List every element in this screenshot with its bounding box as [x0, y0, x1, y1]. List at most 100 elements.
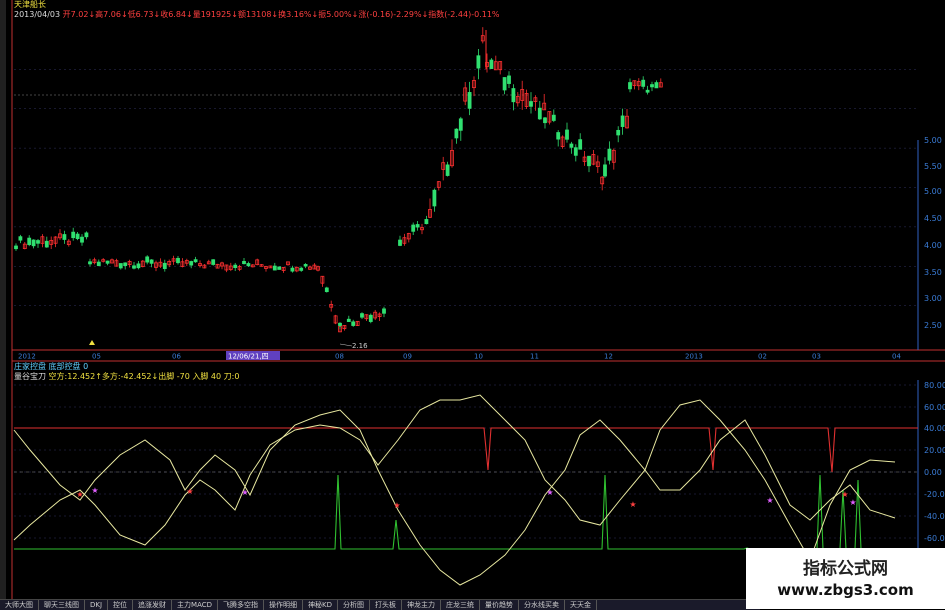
candle-body-53	[246, 263, 251, 267]
watermark-title: 指标公式网	[803, 559, 888, 579]
candle-body-102	[467, 92, 472, 109]
candle-body-146	[654, 82, 659, 89]
signal-star-icon-1: ★	[91, 486, 98, 495]
date-tick-8: 12	[604, 353, 613, 361]
candle-body-3	[27, 237, 32, 246]
indicator-tick-2: 40.00	[924, 424, 945, 433]
quote-date: 2013/04/03	[14, 10, 61, 19]
candle-body-92	[424, 219, 429, 225]
candle-body-144	[645, 89, 650, 93]
candle-body-82	[368, 314, 373, 322]
candle-body-50	[233, 264, 238, 269]
price-tick-2: 5.00	[924, 187, 942, 196]
chart-canvas[interactable]: 5.00 5.50 5.00 4.50 4.00 3.50 3.00 2.50 2.16 2012…	[0, 0, 945, 609]
price-tick-6: 3.00	[924, 294, 942, 303]
candle-body-45	[211, 259, 216, 265]
candle-body-77	[346, 318, 351, 322]
candle-body-116	[529, 101, 533, 107]
indicator-tick-1: 60.00	[924, 403, 945, 412]
indicator-name: 量谷宝刀	[14, 372, 46, 381]
date-tick-2: 06	[172, 353, 181, 361]
candle-body-11	[62, 234, 67, 240]
date-tick-7: 11	[530, 353, 539, 361]
candle-body-143	[641, 79, 646, 87]
series-duofang-line	[13, 394, 896, 562]
signal-star-icon-7: ★	[766, 496, 773, 505]
signal-star-icon-5: ★	[546, 488, 553, 497]
candle-body-138	[620, 115, 625, 127]
candle-body-128	[578, 139, 583, 150]
candle-body-31	[149, 259, 154, 264]
candle-body-90	[415, 224, 420, 228]
candle-body-0	[14, 245, 18, 250]
indicator-tabs[interactable]: 庄家控盘 底部控盘 0	[14, 362, 88, 372]
candle-body-86	[398, 239, 402, 246]
signal-star-icon-6: ★	[629, 500, 636, 509]
candle-body-5	[36, 240, 40, 244]
candle-body-59	[272, 265, 277, 271]
candle-body-7	[44, 240, 49, 248]
candle-body-126	[569, 143, 574, 148]
candle-body-125	[565, 129, 569, 140]
candle-body-28	[136, 263, 141, 269]
candle-body-52	[242, 260, 246, 265]
signal-star-icon-2: ★	[186, 487, 193, 496]
candle-body-4	[31, 239, 36, 247]
date-tick-1: 05	[92, 353, 101, 361]
date-tick-6: 10	[474, 353, 483, 361]
candle-body-24	[118, 263, 123, 269]
candle-body-60	[277, 266, 282, 270]
candle-body-97	[445, 164, 450, 176]
candle-body-27	[132, 265, 136, 269]
candle-body-118	[537, 107, 542, 120]
candle-body-40	[189, 261, 194, 266]
indicator-legend: 量谷宝刀 空方:12.452↑多方:-42.452↓出脚 -70 入脚 40 刀…	[14, 372, 239, 382]
candle-body-41	[193, 259, 198, 263]
candle-body-19	[96, 261, 101, 267]
candle-body-25	[123, 262, 128, 267]
candle-body-123	[556, 132, 561, 140]
price-tick-1: 5.50	[924, 162, 942, 171]
date-tick-12: 04	[892, 353, 901, 361]
candle-body-120	[543, 117, 547, 124]
low-price-label: 2.16	[352, 342, 368, 350]
date-tick-9: 2013	[685, 353, 703, 361]
date-tick-4: 08	[335, 353, 344, 361]
indicator-tick-5: -20.00	[924, 490, 945, 499]
date-tick-3: 12/06/21,四	[228, 353, 269, 361]
candle-body-111	[507, 75, 511, 84]
candle-body-75	[338, 322, 342, 326]
price-tick-7: 2.50	[924, 321, 942, 330]
candle-body-16	[84, 232, 89, 238]
price-tick-3: 4.50	[924, 214, 942, 223]
candle-body-107	[489, 59, 494, 69]
candle-body-66	[303, 264, 308, 267]
candle-body-137	[616, 129, 621, 136]
indicator-tick-3: 20.00	[924, 446, 945, 455]
candle-body-130	[587, 155, 591, 167]
indicator-tick-0: 80.00	[924, 381, 945, 390]
bottom-tab-bar: 大师大图 聊天三线图 DKJ 控位 追涨发财 主力MACD 飞腾多空指 操作明细 神秘KD 分析图…	[0, 599, 760, 610]
candle-body-85	[382, 308, 386, 314]
candle-body-100	[458, 118, 463, 131]
candle-body-99	[454, 128, 459, 139]
candle-body-71	[324, 287, 329, 293]
candle-body-65	[299, 267, 304, 271]
event-marker-icon	[89, 340, 95, 345]
candle-body-37	[176, 257, 180, 264]
quote-line: 2013/04/03 开7.02↓高7.06↓低6.73↓收6.84↓量1919…	[14, 10, 500, 20]
candle-body-21	[105, 260, 110, 264]
candle-body-135	[607, 148, 612, 161]
watermark: 指标公式网 www.zbgs3.com	[746, 548, 945, 609]
quote-values: 开7.02↓高7.06↓低6.73↓收6.84↓量191925↓额13108↓换…	[62, 10, 500, 19]
candle-body-122	[551, 114, 556, 121]
date-tick-5: 09	[403, 353, 412, 361]
signal-star-icon-9: ★	[849, 498, 856, 507]
signal-star-icon-8: ★	[841, 490, 848, 499]
candle-body-63	[290, 267, 295, 272]
candle-body-94	[432, 189, 437, 207]
candle-body-30	[145, 256, 150, 263]
watermark-url: www.zbgs3.com	[777, 581, 914, 599]
chart-window: 5.00 5.50 5.00 4.50 4.00 3.50 3.00 2.50 2.16 2012…	[0, 0, 945, 610]
candle-body-13	[71, 231, 76, 239]
